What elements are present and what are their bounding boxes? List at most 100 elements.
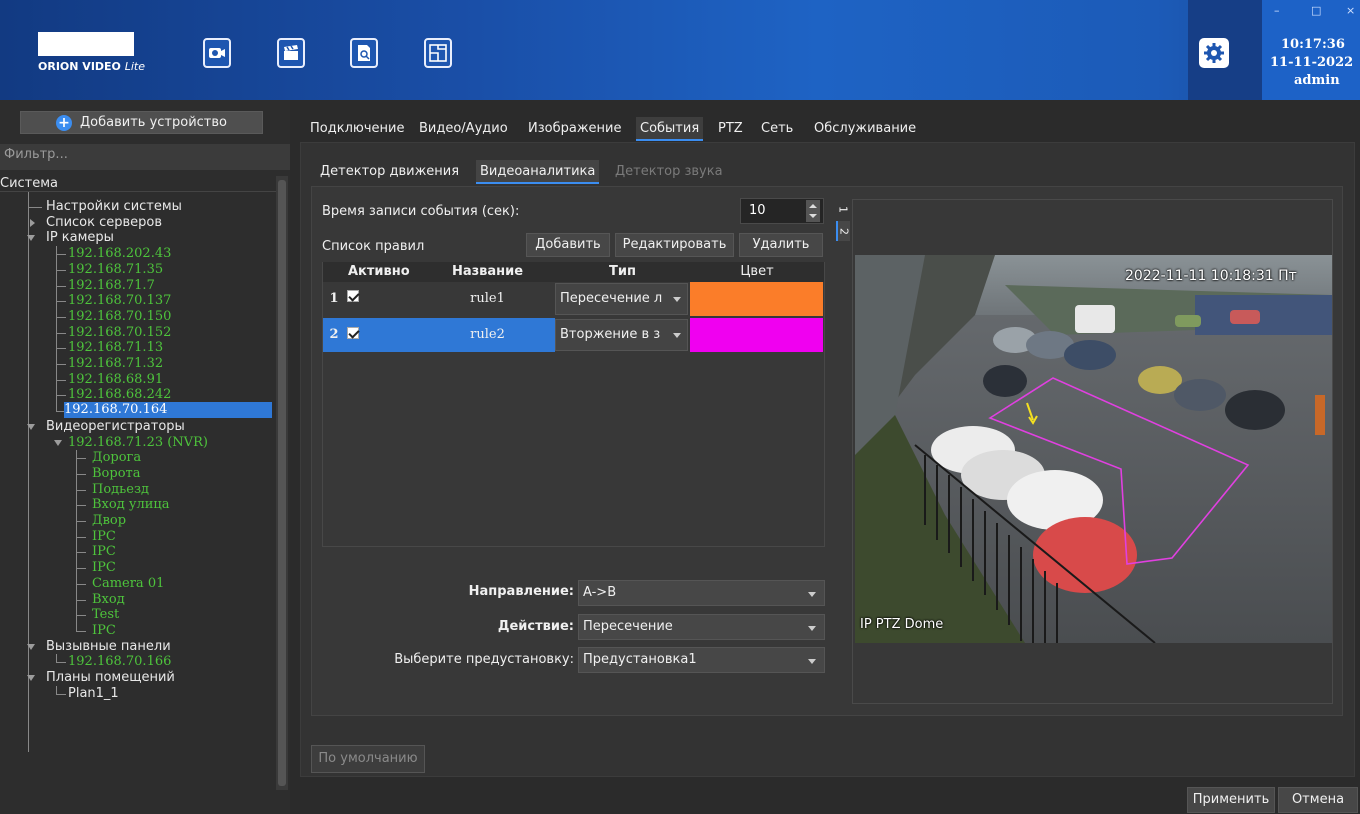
tree-item-nvr-channel[interactable]: Вход улица xyxy=(92,497,170,513)
rule-type-select[interactable]: Пересечение л xyxy=(555,283,688,315)
tab-connection[interactable]: Подключение xyxy=(306,117,409,141)
video-timestamp: 2022-11-11 10:18:31 Пт xyxy=(1125,268,1297,284)
tree-root[interactable]: Система xyxy=(0,176,276,192)
reports-toolbar-button[interactable] xyxy=(350,38,378,68)
rules-list-label: Список правил xyxy=(322,239,425,254)
preset-label: Выберите предустановку: xyxy=(394,652,574,667)
tree-item-plan[interactable]: Plan1_1 xyxy=(68,686,119,702)
tree-item-camera[interactable]: 192.168.202.43 xyxy=(68,246,171,262)
tree-guide xyxy=(56,316,66,318)
apply-button[interactable]: Применить xyxy=(1187,787,1275,813)
expand-down-icon[interactable] xyxy=(27,643,35,650)
tree-item-camera[interactable]: 192.168.68.242 xyxy=(68,387,171,403)
tree-item-camera[interactable]: 192.168.70.152 xyxy=(68,325,171,341)
direction-label: Направление: xyxy=(468,584,574,599)
preset-tab-1[interactable]: 1 xyxy=(836,199,850,219)
tree-guide xyxy=(56,379,66,381)
tab-network[interactable]: Сеть xyxy=(757,117,798,141)
tree-item-camera[interactable]: 192.168.71.35 xyxy=(68,262,163,278)
tree-guide xyxy=(56,693,66,695)
filter-input[interactable]: Фильтр... xyxy=(0,144,290,170)
tree-item-nvr-channel[interactable]: Вход xyxy=(92,592,125,608)
tree-item-camera[interactable]: 192.168.71.7 xyxy=(68,278,155,294)
tree-item-server-list[interactable]: Список серверов xyxy=(46,215,162,231)
tree-item-camera-selected[interactable]: 192.168.70.164 xyxy=(64,402,272,419)
tree-item-camera[interactable]: 192.168.70.150 xyxy=(68,309,171,325)
preset-select[interactable]: Предустановка1 xyxy=(578,647,825,673)
tree-item-nvr-channel[interactable]: Ворота xyxy=(92,466,140,482)
minimize-button[interactable]: – xyxy=(1274,4,1280,17)
tree-item-call-panel[interactable]: 192.168.70.166 xyxy=(68,654,171,670)
tree-item-nvr-channel[interactable]: Двор xyxy=(92,513,126,529)
close-button[interactable]: × xyxy=(1346,4,1355,17)
tree-guide xyxy=(56,685,57,695)
tree-item-camera[interactable]: 192.168.71.32 xyxy=(68,356,163,372)
row-active-checkbox[interactable] xyxy=(347,327,359,339)
tab-image[interactable]: Изображение xyxy=(524,117,626,141)
tree-item-system-settings[interactable]: Настройки системы xyxy=(46,199,182,215)
tree-item-floor-plans[interactable]: Планы помещений xyxy=(46,670,175,686)
tree-guide xyxy=(56,348,66,350)
tree-guide xyxy=(76,536,86,538)
rule-type-select[interactable]: Вторжение в з xyxy=(555,319,688,351)
expand-down-icon[interactable] xyxy=(27,235,35,242)
tree-item-recorders[interactable]: Видеорегистраторы xyxy=(46,419,185,435)
tree-item-nvr-channel[interactable]: IPC xyxy=(92,560,116,576)
tree-item-camera[interactable]: 192.168.68.91 xyxy=(68,372,163,388)
rule-name-cell[interactable]: rule2 xyxy=(420,318,555,352)
maximize-button[interactable]: □ xyxy=(1311,4,1321,17)
camera-frame-image xyxy=(855,255,1332,643)
tree-item-call-panels[interactable]: Вызывные панели xyxy=(46,639,171,655)
tree-item-nvr[interactable]: 192.168.71.23 (NVR) xyxy=(68,435,208,451)
tree-item-ip-cameras[interactable]: IP камеры xyxy=(46,230,114,246)
tree-guide xyxy=(56,364,66,365)
tree-guide xyxy=(56,269,66,271)
rule-color-swatch[interactable] xyxy=(690,282,823,316)
action-select[interactable]: Пересечение xyxy=(578,614,825,640)
document-search-icon xyxy=(358,45,370,61)
direction-select[interactable]: A->B xyxy=(578,580,825,606)
recordings-toolbar-button[interactable] xyxy=(277,38,305,68)
tab-ptz[interactable]: PTZ xyxy=(714,117,747,141)
edit-rule-button[interactable]: Редактировать xyxy=(615,233,734,257)
tree-item-nvr-channel[interactable]: Test xyxy=(92,607,119,623)
row-active-checkbox[interactable] xyxy=(347,290,359,302)
tree-scrollbar-thumb[interactable] xyxy=(278,180,286,786)
tab-video-audio[interactable]: Видео/Аудио xyxy=(415,117,512,141)
expand-down-icon[interactable] xyxy=(54,439,62,446)
expand-down-icon[interactable] xyxy=(27,423,35,430)
subtab-video-analytics[interactable]: Видеоаналитика xyxy=(476,160,600,184)
tree-item-nvr-channel[interactable]: IPC xyxy=(92,623,116,639)
rule-color-swatch[interactable] xyxy=(690,318,823,352)
tab-maintenance[interactable]: Обслуживание xyxy=(810,117,921,141)
tree-item-nvr-channel[interactable]: IPC xyxy=(92,544,116,560)
column-color: Цвет xyxy=(690,262,824,282)
tab-events[interactable]: События xyxy=(636,117,704,141)
subtab-motion-detector[interactable]: Детектор движения xyxy=(316,160,463,184)
delete-rule-button[interactable]: Удалить xyxy=(739,233,823,257)
logo-subtitle: ORION VIDEO Lite xyxy=(38,60,146,73)
chevron-down-icon xyxy=(673,297,681,302)
expand-down-icon[interactable] xyxy=(27,675,35,681)
tree-item-camera[interactable]: 192.168.71.13 xyxy=(68,340,163,356)
tree-item-nvr-channel[interactable]: Подьезд xyxy=(92,482,149,498)
add-rule-button[interactable]: Добавить xyxy=(526,233,610,257)
layout-toolbar-button[interactable] xyxy=(424,38,452,68)
expand-right-icon[interactable] xyxy=(30,218,35,227)
record-time-spinner[interactable] xyxy=(806,200,820,222)
tree-item-nvr-channel[interactable]: Дорога xyxy=(92,450,141,466)
device-tree: Система Настройки системы Список серверов… xyxy=(0,176,276,814)
tree-item-camera[interactable]: 192.168.70.137 xyxy=(68,293,171,309)
cancel-button[interactable]: Отмена xyxy=(1278,787,1358,813)
add-device-button[interactable]: + Добавить устройство xyxy=(20,111,263,134)
tree-item-nvr-channel[interactable]: IPC xyxy=(92,529,116,545)
gear-icon xyxy=(1204,43,1224,63)
camera-video[interactable] xyxy=(855,255,1332,643)
rule-name-cell[interactable]: rule1 xyxy=(420,282,555,316)
tree-item-nvr-channel[interactable]: Camera 01 xyxy=(92,576,164,592)
clock-date: 11-11-2022 xyxy=(1270,55,1354,70)
row-number: 2 xyxy=(329,327,339,342)
settings-button[interactable] xyxy=(1199,38,1229,68)
camera-toolbar-button[interactable] xyxy=(203,38,231,68)
preset-tab-2[interactable]: 2 xyxy=(836,221,851,241)
